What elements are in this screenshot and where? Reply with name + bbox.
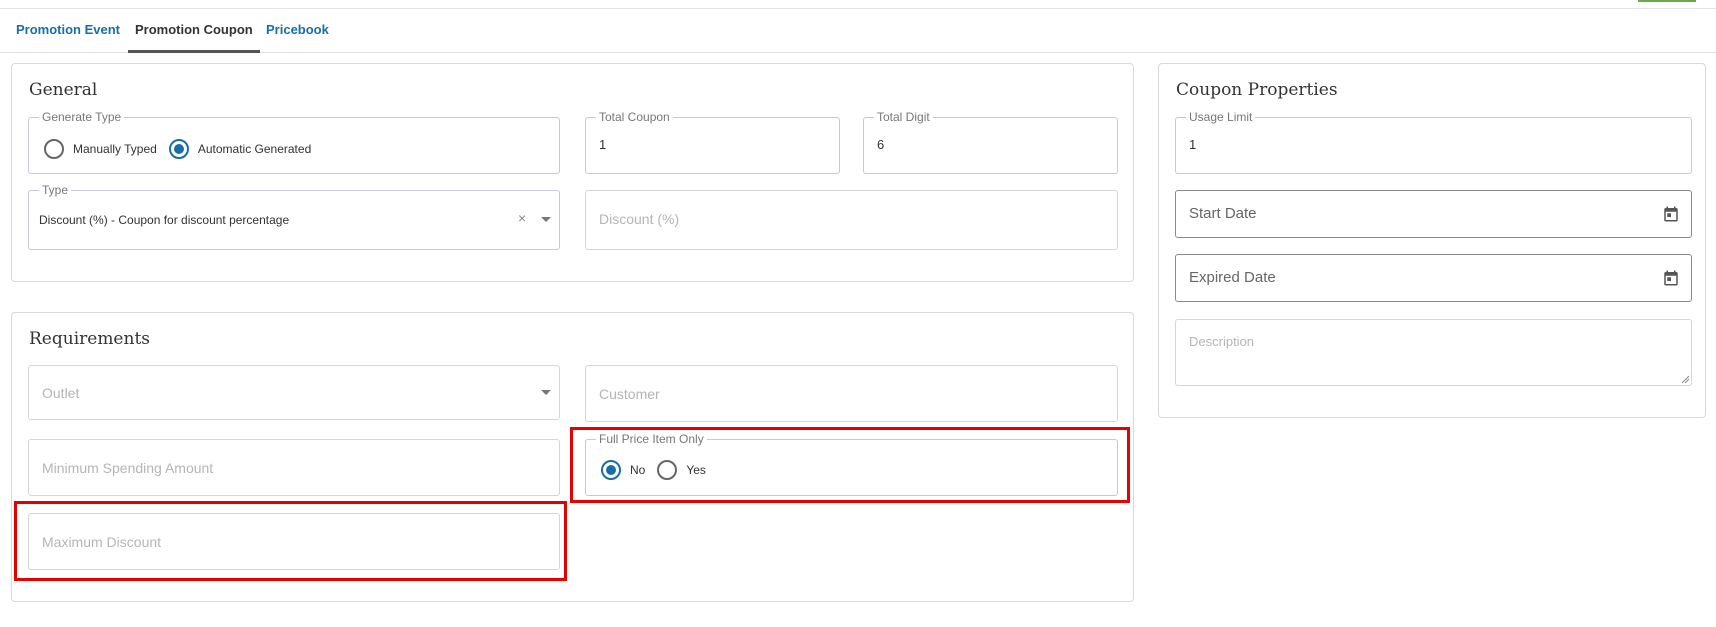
expired-date-input[interactable]: Expired Date [1175, 254, 1692, 302]
usage-limit-value[interactable]: 1 [1189, 137, 1196, 152]
tab-pricebook[interactable]: Pricebook [266, 12, 329, 53]
general-card: General Generate Type Manually Typed Aut… [11, 63, 1134, 282]
usage-limit-field[interactable]: Usage Limit 1 [1175, 110, 1692, 174]
highlight-full-price-item-only [570, 427, 1130, 503]
coupon-properties-title: Coupon Properties [1176, 80, 1338, 100]
total-digit-field[interactable]: Total Digit 6 [863, 110, 1118, 174]
radio-automatic-generated-label[interactable]: Automatic Generated [198, 142, 311, 156]
chevron-down-icon[interactable] [541, 390, 551, 395]
calendar-icon[interactable] [1662, 205, 1680, 223]
top-action-button-edge [1638, 0, 1696, 2]
chevron-down-icon[interactable] [541, 217, 551, 222]
expired-date-placeholder: Expired Date [1189, 269, 1276, 286]
outlet-placeholder: Outlet [42, 385, 80, 401]
usage-limit-legend: Usage Limit [1186, 110, 1256, 124]
clear-icon[interactable]: × [518, 210, 526, 226]
description-placeholder: Description [1189, 334, 1255, 349]
start-date-placeholder: Start Date [1189, 205, 1257, 222]
type-select[interactable]: Type Discount (%) - Coupon for discount … [28, 183, 560, 250]
radio-automatic-generated[interactable] [168, 139, 189, 159]
type-value: Discount (%) - Coupon for discount perce… [39, 213, 290, 227]
coupon-properties-card: Coupon Properties Usage Limit 1 Start Da… [1158, 63, 1706, 418]
generate-type-group: Generate Type Manually Typed Automatic G… [28, 110, 560, 174]
radio-manually-typed[interactable] [44, 139, 64, 159]
generate-type-options: Manually Typed Automatic Generated [44, 139, 323, 159]
total-coupon-field[interactable]: Total Coupon 1 [585, 110, 840, 174]
outlet-select[interactable]: Outlet [28, 365, 560, 420]
total-digit-value[interactable]: 6 [877, 137, 884, 152]
highlight-maximum-discount [14, 501, 567, 581]
top-divider [0, 8, 1716, 9]
radio-manually-typed-label[interactable]: Manually Typed [73, 142, 157, 156]
total-coupon-value[interactable]: 1 [599, 137, 606, 152]
general-title: General [29, 80, 98, 100]
total-digit-legend: Total Digit [874, 110, 933, 124]
min-spending-placeholder: Minimum Spending Amount [42, 460, 214, 476]
customer-input[interactable]: Customer [585, 365, 1118, 422]
tab-promotion-event[interactable]: Promotion Event [16, 12, 120, 53]
min-spending-input[interactable]: Minimum Spending Amount [28, 439, 560, 496]
tab-bar: Promotion Event Promotion Coupon Pricebo… [0, 12, 1716, 53]
type-legend: Type [39, 183, 72, 197]
description-textarea[interactable]: Description [1175, 319, 1692, 386]
requirements-title: Requirements [29, 329, 151, 349]
start-date-input[interactable]: Start Date [1175, 190, 1692, 238]
customer-placeholder: Customer [599, 386, 660, 402]
generate-type-legend: Generate Type [39, 110, 125, 124]
calendar-icon[interactable] [1662, 269, 1680, 287]
tab-promotion-coupon[interactable]: Promotion Coupon [128, 12, 260, 53]
discount-input[interactable]: Discount (%) [585, 190, 1118, 250]
resize-grip-icon[interactable] [1681, 375, 1689, 383]
discount-placeholder: Discount (%) [599, 211, 680, 227]
total-coupon-legend: Total Coupon [596, 110, 673, 124]
